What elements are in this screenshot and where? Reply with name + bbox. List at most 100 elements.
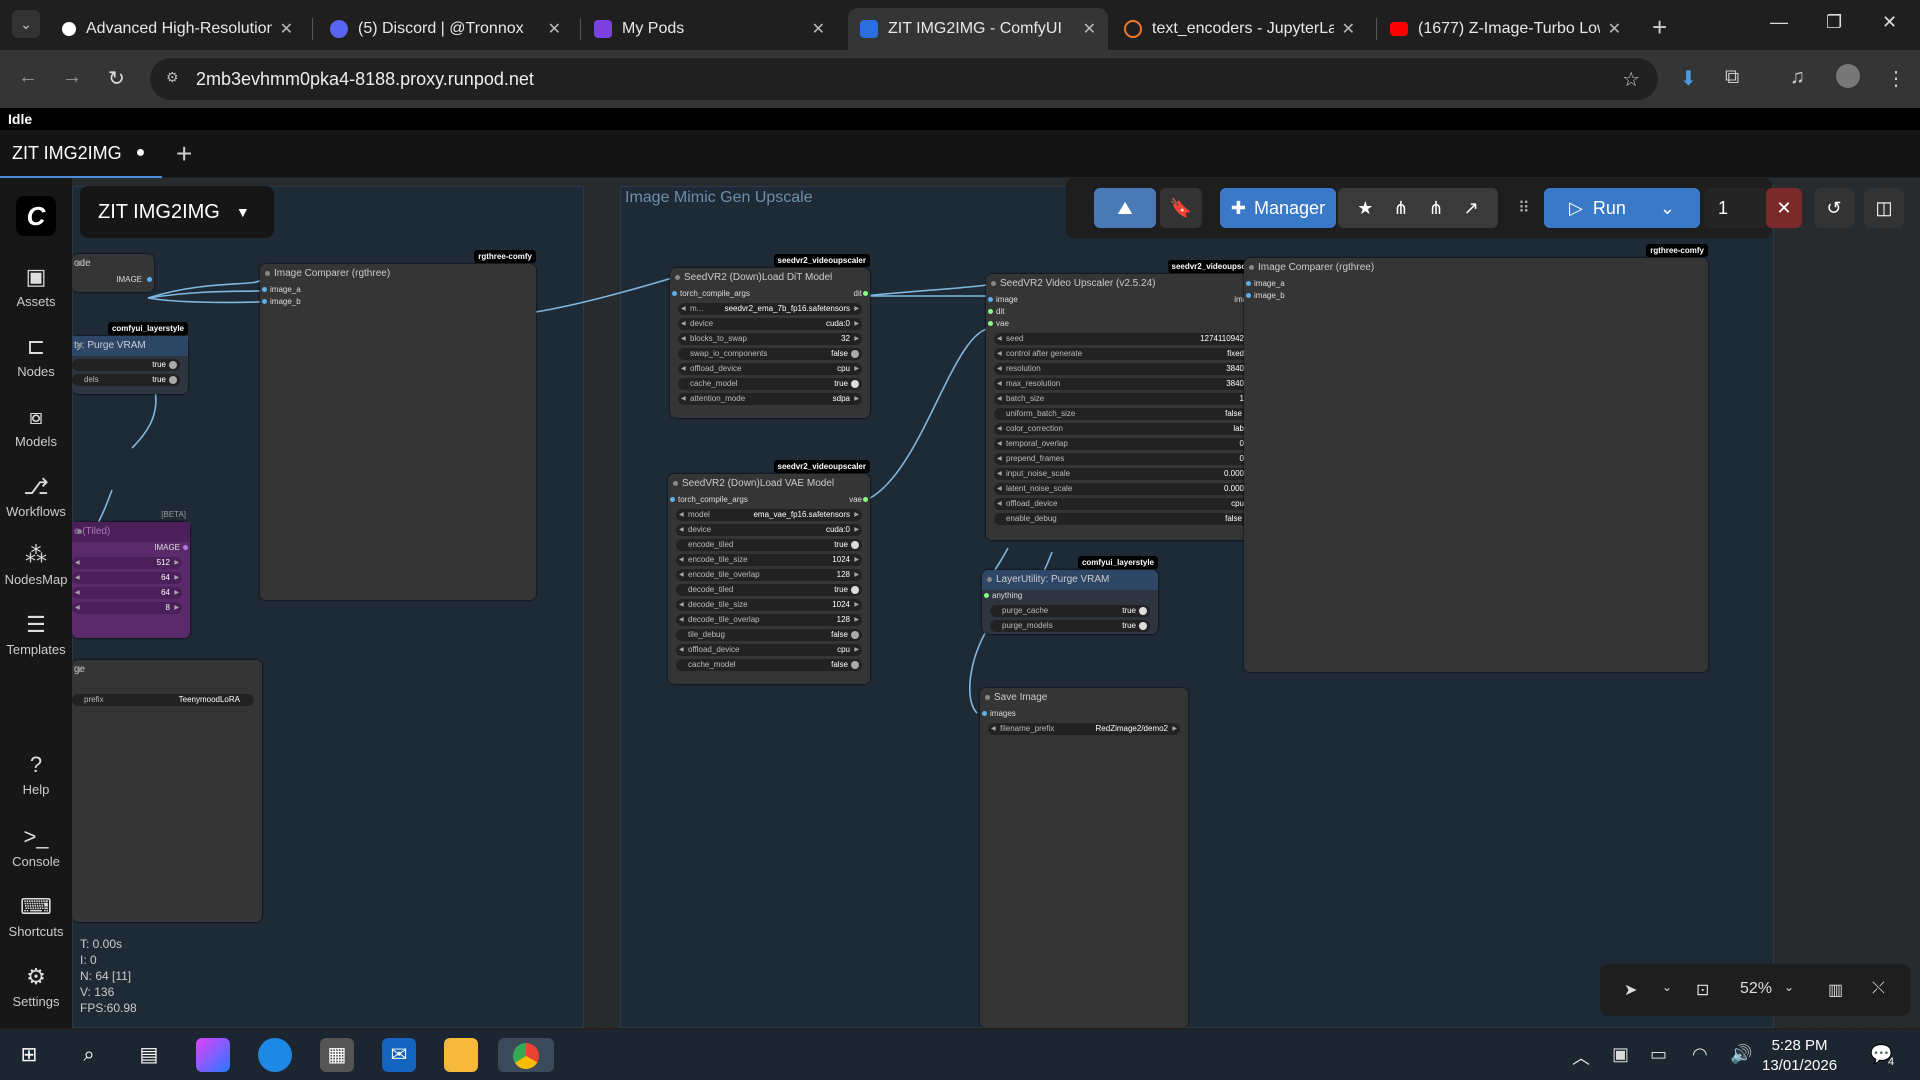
widget[interactable]: tile_debug false	[676, 629, 862, 641]
download-icon[interactable]: ⬇	[1680, 66, 1697, 91]
widget[interactable]: temporal_overlap0	[994, 438, 1256, 450]
zoom-level[interactable]: 52%	[1740, 980, 1772, 998]
widget[interactable]: batch_size1	[994, 393, 1256, 405]
volume-icon[interactable]: 🔊	[1730, 1044, 1752, 1065]
mask-editor-button[interactable]: ⛰	[1094, 188, 1156, 228]
widget[interactable]: attention_mode sdpa	[678, 393, 862, 405]
history-button[interactable]: ↺	[1814, 188, 1854, 228]
queue-count-stepper[interactable]: 1	[1704, 188, 1768, 228]
wifi-icon[interactable]: ◠	[1692, 1044, 1708, 1065]
close-icon[interactable]: ✕	[812, 19, 825, 39]
widget[interactable]: m... seedvr2_ema_7b_fp16.safetensors	[678, 303, 862, 315]
copilot-icon[interactable]	[196, 1038, 230, 1072]
widget[interactable]: encode_tile_overlap 128	[676, 569, 862, 581]
sidebar-item-help[interactable]: ? Help	[0, 752, 72, 797]
node-vae-tiled-partial[interactable]: e (Tiled) [BETA] IMAGE 512 64 64 8	[72, 510, 190, 638]
restore-button[interactable]: ❐	[1826, 12, 1842, 33]
widget[interactable]: device cuda:0	[678, 318, 862, 330]
forward-button[interactable]: →	[62, 66, 82, 89]
comfy-logo[interactable]: C	[16, 196, 56, 236]
browser-tab[interactable]: Advanced High-Resolution ✕	[50, 8, 305, 50]
back-button[interactable]: ←	[18, 66, 38, 89]
browser-tab[interactable]: My Pods ✕	[582, 8, 837, 50]
profile-avatar[interactable]	[1836, 64, 1860, 88]
address-bar[interactable]: ⚙ 2mb3evhmm0pka4-8188.proxy.runpod.net ☆	[150, 58, 1658, 100]
clock[interactable]: 5:28 PM 13/01/2026	[1762, 1036, 1837, 1076]
widget[interactable]: control after generate fixed	[994, 348, 1256, 360]
panel-toggle-button[interactable]: ◫	[1864, 188, 1904, 228]
widget[interactable]: resolution 3840	[994, 363, 1256, 375]
node-seedvr2-dit-loader[interactable]: seedvr2_videoupscaler SeedVR2 (Down)Load…	[670, 254, 870, 418]
widget[interactable]: decode_tile_size 1024	[676, 599, 862, 611]
menu-icon[interactable]: ⋮	[1886, 66, 1906, 91]
manager-button[interactable]: ✚ Manager	[1220, 188, 1336, 228]
node-image-comparer-1[interactable]: rgthree-comfy Image Comparer (rgthree) i…	[260, 250, 536, 600]
node-purge-vram-left[interactable]: comfyui_layerstyle ty: Purge VRAM true d…	[72, 322, 188, 394]
widget[interactable]: offload_device cpu	[994, 498, 1256, 510]
reload-button[interactable]: ↻	[108, 66, 125, 91]
widget[interactable]: decode_tiled true	[676, 584, 862, 596]
tree-icon[interactable]: ⋔	[1393, 198, 1408, 219]
drag-handle-icon[interactable]: ⠿	[1518, 198, 1530, 218]
widget[interactable]: swap_io_components false	[678, 348, 862, 360]
widget[interactable]: encode_tile_size 1024	[676, 554, 862, 566]
bookmark-button[interactable]: 🔖	[1160, 188, 1202, 228]
sidebar-item-settings[interactable]: ⚙ Settings	[0, 964, 72, 1009]
widget[interactable]: latent_noise_scale 0.000	[994, 483, 1256, 495]
widget[interactable]: color_correction lab	[994, 423, 1256, 435]
chrome-taskbar-item[interactable]	[498, 1038, 554, 1072]
add-workflow-button[interactable]: +	[176, 138, 192, 170]
store-icon[interactable]: ▦	[320, 1038, 354, 1072]
meet-icon[interactable]: ▣	[1612, 1044, 1629, 1065]
close-window-button[interactable]: ✕	[1882, 12, 1897, 33]
node-seedvr2-vae-loader[interactable]: seedvr2_videoupscaler SeedVR2 (Down)Load…	[668, 460, 870, 684]
widget[interactable]: offload_device cpu	[678, 363, 862, 375]
new-tab-button[interactable]: +	[1652, 12, 1667, 43]
search-icon[interactable]: ⌕	[72, 1038, 106, 1072]
browser-tab-active[interactable]: ZIT IMG2IMG - ComfyUI ✕	[848, 8, 1108, 50]
explorer-icon[interactable]	[444, 1038, 478, 1072]
workflow-title-dropdown[interactable]: ZIT IMG2IMG ▼	[80, 186, 274, 238]
media-icon[interactable]: ♫	[1790, 66, 1805, 89]
workflow-tab[interactable]: ZIT IMG2IMG ●	[0, 130, 162, 178]
widget[interactable]: decode_tile_overlap 128	[676, 614, 862, 626]
widget[interactable]: enable_debug false	[994, 513, 1256, 525]
hide-links-icon[interactable]: ⤬	[1872, 980, 1885, 998]
chevron-down-icon[interactable]: ⌄	[1660, 198, 1675, 219]
browser-tab[interactable]: (5) Discord | @Tronnox ✕	[318, 8, 573, 50]
widget[interactable]: model ema_vae_fp16.safetensors	[676, 509, 862, 521]
tree-alt-icon[interactable]: ⋔	[1429, 198, 1444, 219]
tab-search-button[interactable]: ⌄	[12, 10, 40, 38]
battery-icon[interactable]: ▭	[1650, 1044, 1667, 1065]
sidebar-item-workflows[interactable]: ⎇ Workflows	[0, 474, 72, 519]
node-purge-vram[interactable]: comfyui_layerstyle LayerUtility: Purge V…	[982, 556, 1158, 634]
node-save-image-left[interactable]: ge prefix TeenymoodLoRA	[72, 660, 262, 922]
star-icon[interactable]: ★	[1357, 198, 1373, 219]
widget[interactable]: blocks_to_swap 32	[678, 333, 862, 345]
sidebar-item-shortcuts[interactable]: ⌨ Shortcuts	[0, 894, 72, 939]
sidebar-item-assets[interactable]: ▣ Assets	[0, 264, 72, 309]
chevron-down-icon[interactable]: ⌄	[1784, 980, 1794, 994]
share-icon[interactable]: ↗	[1464, 198, 1479, 219]
windows-start-icon[interactable]: ⊞	[12, 1038, 46, 1072]
sidebar-item-templates[interactable]: ☰ Templates	[0, 612, 72, 657]
widget[interactable]: device cuda:0	[676, 524, 862, 536]
browser-tab[interactable]: text_encoders - JupyterLab ✕	[1112, 8, 1367, 50]
close-icon[interactable]: ✕	[548, 19, 561, 39]
select-mode-icon[interactable]: ➤	[1624, 980, 1637, 1000]
close-icon[interactable]: ✕	[1083, 19, 1096, 39]
widget[interactable]: purge_cache true	[990, 605, 1150, 617]
site-info-icon[interactable]: ⚙	[166, 69, 186, 89]
widget[interactable]: input_noise_scale 0.000	[994, 468, 1256, 480]
widget[interactable]: offload_device cpu	[676, 644, 862, 656]
fit-view-icon[interactable]: ⊡	[1696, 980, 1709, 1000]
run-button[interactable]: ▷ Run ⌄	[1544, 188, 1700, 228]
widget[interactable]: seed 1274110942	[994, 333, 1256, 345]
widget[interactable]: prepend_frames0	[994, 453, 1256, 465]
node-seedvr2-video-upscaler[interactable]: seedvr2_videoupscaler SeedVR2 Video Upsc…	[986, 260, 1264, 540]
close-icon[interactable]: ✕	[280, 19, 293, 39]
widget[interactable]: encode_tiled true	[676, 539, 862, 551]
bookmark-star-icon[interactable]: ☆	[1622, 67, 1640, 92]
widget[interactable]: purge_models true	[990, 620, 1150, 632]
outlook-icon[interactable]: ✉	[382, 1038, 416, 1072]
